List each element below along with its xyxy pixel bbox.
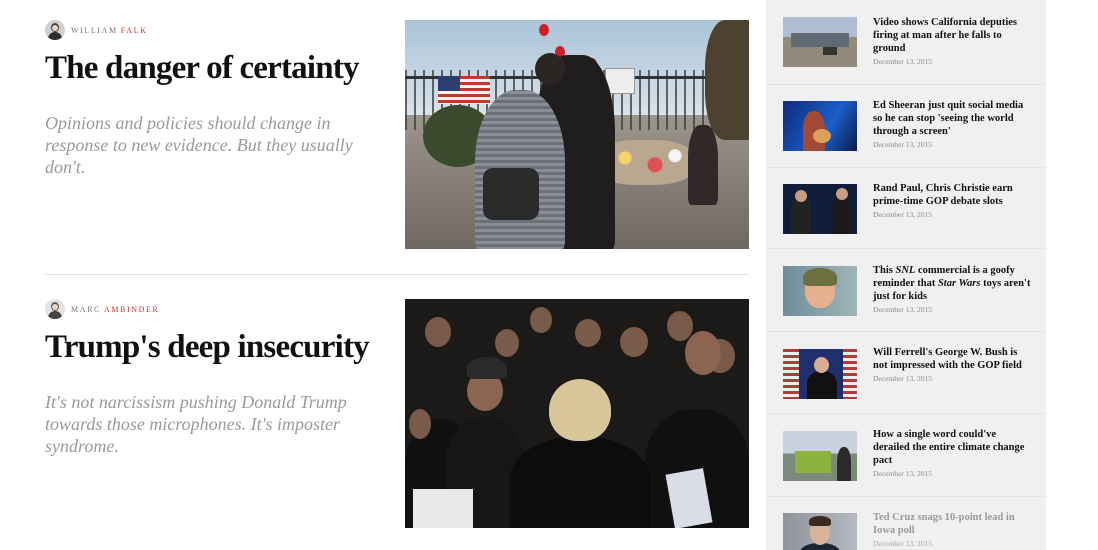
article-card[interactable]: Marc Ambinder Trump's deep insecurity It'… [45, 299, 750, 529]
rail-item[interactable]: Ed Sheeran just quit social media so he … [766, 84, 1046, 165]
rail-date: December 13, 2015 [873, 210, 932, 219]
rail-date: December 13, 2015 [873, 57, 932, 66]
author-avatar[interactable] [45, 20, 65, 40]
rail-title-text: This [873, 265, 896, 276]
rail-thumbnail[interactable] [783, 431, 857, 481]
author-last-name: Falk [120, 25, 148, 35]
rail-thumbnail[interactable] [783, 17, 857, 67]
rail-title[interactable]: This SNL commercial is a goofy reminder … [873, 264, 1033, 303]
rail-item[interactable]: How a single word could've derailed the … [766, 413, 1046, 494]
rail-thumbnail[interactable] [783, 101, 857, 151]
byline[interactable]: Marc Ambinder [45, 299, 159, 319]
article-card[interactable]: William Falk The danger of certainty Opin… [45, 20, 750, 250]
article-dek: It's not narcissism pushing Donald Trump… [45, 392, 347, 456]
rail-title[interactable]: Ted Cruz snags 10-point lead in Iowa pol… [873, 511, 1033, 537]
rail-date: December 13, 2015 [873, 539, 932, 548]
rail-date: December 13, 2015 [873, 140, 932, 149]
article-title[interactable]: The danger of certainty [45, 50, 390, 86]
rail-thumbnail[interactable] [783, 349, 857, 399]
rail-title-italic: Star Wars [937, 278, 981, 289]
article-photo[interactable] [405, 299, 749, 528]
rail-item[interactable]: Ted Cruz snags 10-point lead in Iowa pol… [766, 496, 1046, 550]
main-feed: William Falk The danger of certainty Opin… [0, 0, 766, 550]
rail-date: December 13, 2015 [873, 305, 932, 314]
rail-date: December 13, 2015 [873, 469, 932, 478]
rail-item[interactable]: This SNL commercial is a goofy reminder … [766, 248, 1046, 329]
rail-title-italic: SNL [895, 265, 916, 276]
byline[interactable]: William Falk [45, 20, 147, 40]
rail-title[interactable]: Rand Paul, Chris Christie earn prime-tim… [873, 182, 1033, 208]
trending-rail: Video shows California deputies firing a… [766, 0, 1046, 550]
author-first-name: Marc [71, 304, 101, 314]
rail-title[interactable]: How a single word could've derailed the … [873, 428, 1033, 467]
rail-thumbnail[interactable] [783, 184, 857, 234]
article-dek: Opinions and policies should change in r… [45, 113, 353, 177]
author-avatar[interactable] [45, 299, 65, 319]
rail-date: December 13, 2015 [873, 374, 932, 383]
article-photo[interactable] [405, 20, 749, 249]
article-divider [45, 274, 749, 275]
rail-item[interactable]: Will Ferrell's George W. Bush is not imp… [766, 331, 1046, 412]
author-name[interactable]: William Falk [71, 26, 147, 35]
article-title[interactable]: Trump's deep insecurity [45, 329, 390, 365]
rail-thumbnail[interactable] [783, 513, 857, 550]
author-last-name: Ambinder [103, 304, 160, 314]
author-name[interactable]: Marc Ambinder [71, 305, 159, 314]
author-first-name: William [71, 25, 118, 35]
rail-title[interactable]: Will Ferrell's George W. Bush is not imp… [873, 346, 1033, 372]
rail-item[interactable]: Video shows California deputies firing a… [766, 0, 1046, 80]
rail-title[interactable]: Video shows California deputies firing a… [873, 16, 1033, 55]
rail-title[interactable]: Ed Sheeran just quit social media so he … [873, 99, 1033, 138]
rail-item[interactable]: Rand Paul, Chris Christie earn prime-tim… [766, 167, 1046, 248]
rail-thumbnail[interactable] [783, 266, 857, 316]
